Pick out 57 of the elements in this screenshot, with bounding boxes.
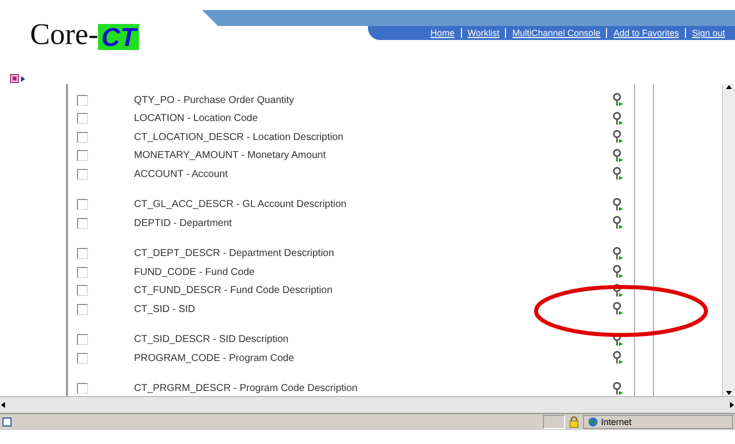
field-label: CT_DEPT_DESCR - Department Description [134, 248, 336, 260]
checkbox[interactable] [77, 113, 88, 124]
checkbox[interactable] [77, 150, 88, 162]
field-label: CT_SID - SID [134, 304, 196, 315]
status-bar-panel [543, 415, 565, 429]
scroll-left-icon[interactable] [0, 401, 6, 409]
prompt-icon[interactable] [612, 167, 624, 182]
field-label: ACCOUNT - Account [134, 168, 229, 180]
field-label: DEPTID - Department [134, 218, 233, 229]
checkbox[interactable] [77, 352, 88, 364]
vertical-scrollbar[interactable] [722, 84, 735, 396]
prompt-icon[interactable] [612, 284, 624, 298]
checkbox[interactable] [77, 94, 88, 106]
checkbox[interactable] [77, 199, 88, 210]
field-label: CT_FUND_DESCR - Fund Code Description [134, 285, 334, 296]
prompt-icon[interactable] [612, 302, 624, 316]
page-icon [2, 417, 12, 427]
nav-link[interactable]: Home [424, 28, 461, 38]
checkbox[interactable] [77, 218, 88, 229]
security-zone-label: Internet [601, 417, 632, 427]
checkbox[interactable] [77, 248, 88, 260]
checkbox[interactable] [77, 132, 88, 143]
field-label: MONETARY_AMOUNT - Monetary Amount [134, 150, 327, 162]
prompt-icon[interactable] [612, 130, 624, 144]
nav-link[interactable]: Sign out [684, 28, 731, 38]
checkbox[interactable] [77, 266, 88, 278]
nav-link[interactable]: Add to Favorites [606, 28, 685, 38]
field-label: PROGRAM_CODE - Program Code [134, 352, 296, 364]
scroll-up-icon[interactable] [725, 84, 733, 90]
checkbox[interactable] [77, 168, 88, 180]
core-ct-logo: Core-CT [0, 10, 190, 50]
checkbox[interactable] [77, 383, 88, 394]
prompt-icon[interactable] [612, 148, 624, 163]
prompt-icon[interactable] [612, 265, 624, 280]
checkbox[interactable] [77, 334, 88, 346]
checkbox[interactable] [77, 304, 88, 315]
prompt-icon[interactable] [612, 198, 624, 212]
field-label: CT_SID_DESCR - SID Description [134, 334, 290, 346]
prompt-icon[interactable] [612, 216, 624, 230]
field-label: LOCATION - Location Code [134, 113, 259, 124]
prompt-icon[interactable] [612, 246, 624, 261]
lock-icon [569, 416, 579, 428]
prompt-icon[interactable] [612, 382, 624, 396]
field-label: CT_GL_ACC_DESCR - GL Account Description [134, 199, 348, 210]
prompt-icon[interactable] [612, 93, 624, 108]
globe-icon [588, 417, 598, 427]
scroll-right-icon[interactable] [729, 401, 735, 409]
nav-link[interactable]: Worklist [460, 28, 506, 38]
prompt-icon[interactable] [612, 351, 624, 366]
field-label: CT_LOCATION_DESCR - Location Description [134, 132, 344, 143]
checkbox[interactable] [77, 285, 88, 296]
nav-link[interactable]: MultiChannel Console [505, 28, 606, 38]
prompt-icon[interactable] [612, 112, 624, 126]
field-label: QTY_PO - Purchase Order Quantity [134, 94, 296, 106]
field-label: CT_PRGRM_DESCR - Program Code Description [134, 383, 358, 394]
page-menu-icon[interactable] [10, 74, 26, 84]
field-label: FUND_CODE - Fund Code [134, 266, 256, 278]
